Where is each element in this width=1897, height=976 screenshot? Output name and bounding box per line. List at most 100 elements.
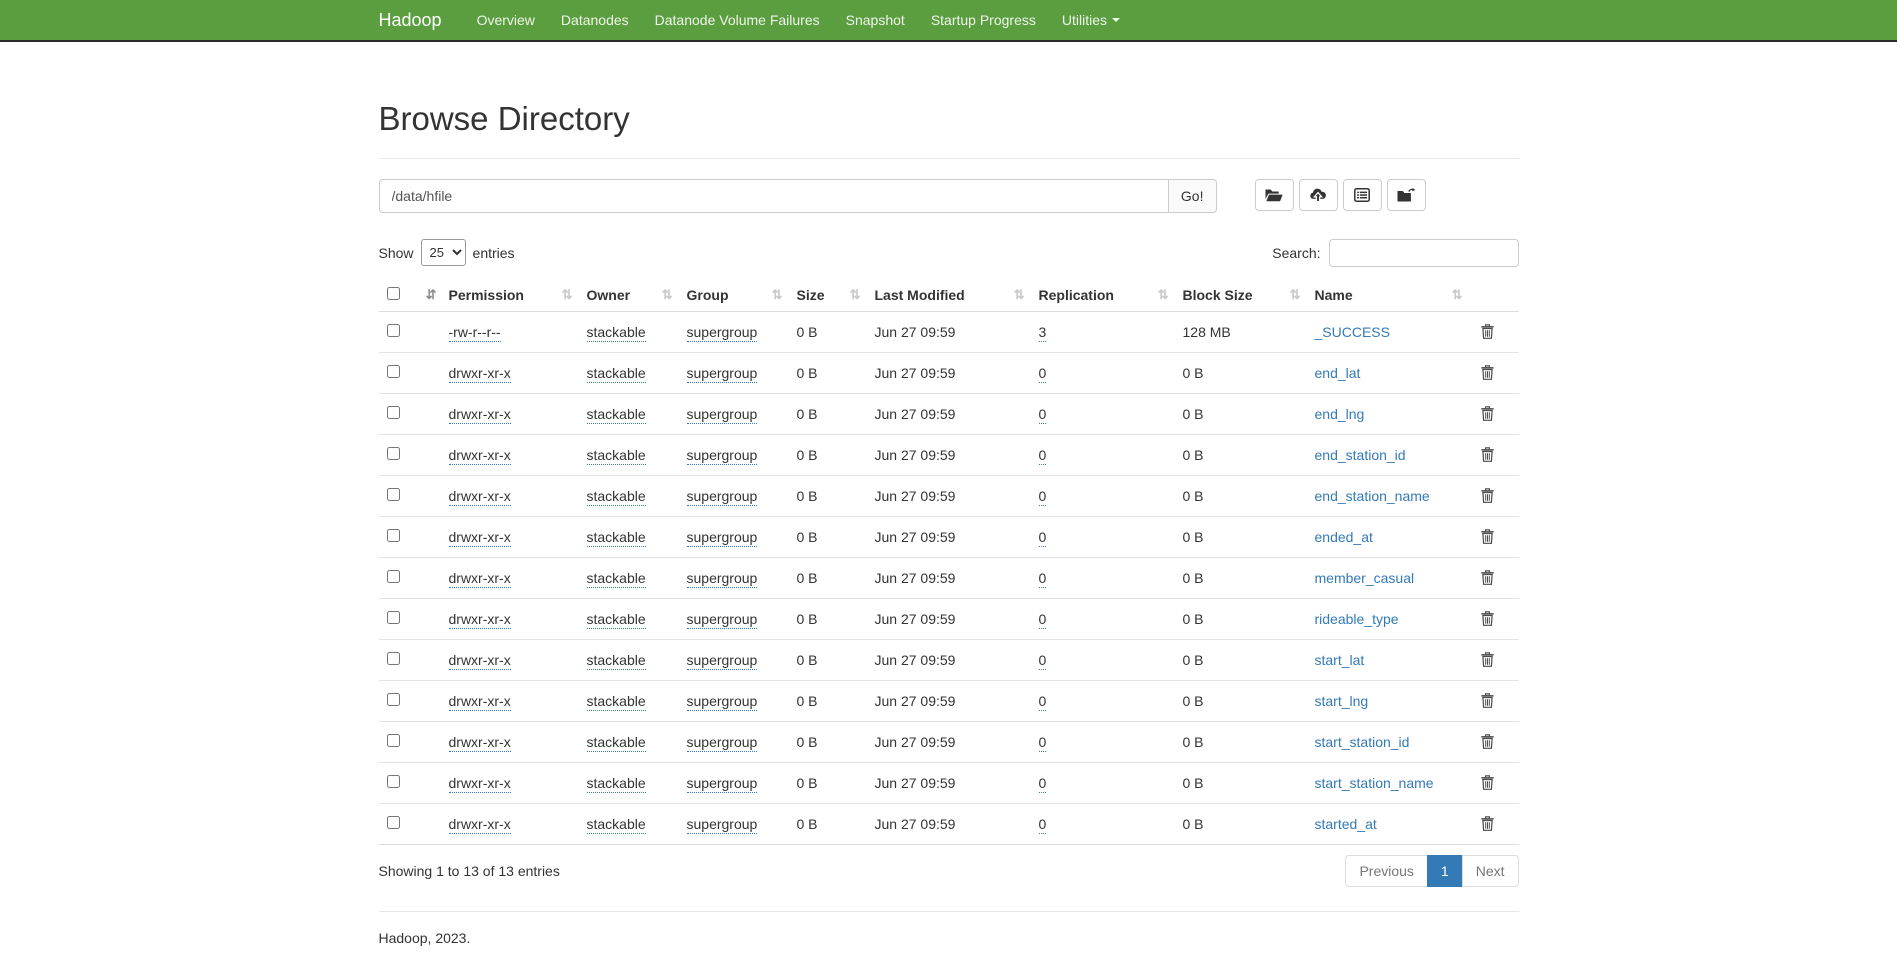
row-checkbox[interactable] [387, 529, 400, 542]
header-replication[interactable]: Replication ⇅ [1031, 279, 1175, 312]
delete-button[interactable] [1477, 773, 1498, 792]
owner-value[interactable]: stackable [587, 406, 646, 424]
replication-value[interactable]: 0 [1039, 365, 1047, 383]
group-value[interactable]: supergroup [687, 734, 758, 752]
owner-value[interactable]: stackable [587, 447, 646, 465]
row-checkbox[interactable] [387, 365, 400, 378]
row-checkbox[interactable] [387, 816, 400, 829]
owner-value[interactable]: stackable [587, 734, 646, 752]
replication-value[interactable]: 0 [1039, 529, 1047, 547]
nav-item-snapshot[interactable]: Snapshot [833, 0, 918, 40]
page-size-select[interactable]: 25 [421, 239, 466, 266]
permission-value[interactable]: drwxr-xr-x [449, 529, 511, 547]
replication-value[interactable]: 0 [1039, 693, 1047, 711]
replication-value[interactable]: 0 [1039, 447, 1047, 465]
header-block-size[interactable]: Block Size ⇅ [1175, 279, 1307, 312]
delete-button[interactable] [1477, 650, 1498, 669]
permission-value[interactable]: -rw-r--r-- [449, 324, 501, 342]
file-link[interactable]: started_at [1315, 816, 1377, 832]
file-link[interactable]: ended_at [1315, 529, 1373, 545]
replication-value[interactable]: 0 [1039, 734, 1047, 752]
file-link[interactable]: end_lng [1315, 406, 1365, 422]
permission-value[interactable]: drwxr-xr-x [449, 365, 511, 383]
move-button[interactable] [1387, 179, 1426, 211]
file-link[interactable]: start_lng [1315, 693, 1369, 709]
replication-value[interactable]: 0 [1039, 406, 1047, 424]
pagination-page-1[interactable]: 1 [1427, 855, 1463, 887]
select-all-checkbox[interactable] [387, 287, 400, 300]
permission-value[interactable]: drwxr-xr-x [449, 652, 511, 670]
permission-value[interactable]: drwxr-xr-x [449, 406, 511, 424]
header-group[interactable]: Group ⇅ [679, 279, 789, 312]
replication-value[interactable]: 0 [1039, 570, 1047, 588]
header-owner[interactable]: Owner ⇅ [579, 279, 679, 312]
permission-value[interactable]: drwxr-xr-x [449, 570, 511, 588]
path-input[interactable] [379, 179, 1169, 213]
group-value[interactable]: supergroup [687, 406, 758, 424]
go-button[interactable]: Go! [1168, 179, 1217, 213]
delete-button[interactable] [1477, 568, 1498, 587]
owner-value[interactable]: stackable [587, 816, 646, 834]
row-checkbox[interactable] [387, 611, 400, 624]
row-checkbox[interactable] [387, 324, 400, 337]
permission-value[interactable]: drwxr-xr-x [449, 611, 511, 629]
file-link[interactable]: member_casual [1315, 570, 1415, 586]
permission-value[interactable]: drwxr-xr-x [449, 775, 511, 793]
header-name[interactable]: Name ⇅ [1307, 279, 1469, 312]
pagination-next[interactable]: Next [1462, 855, 1519, 887]
owner-value[interactable]: stackable [587, 570, 646, 588]
delete-button[interactable] [1477, 445, 1498, 464]
permission-value[interactable]: drwxr-xr-x [449, 816, 511, 834]
group-value[interactable]: supergroup [687, 775, 758, 793]
pagination-previous[interactable]: Previous [1345, 855, 1427, 887]
file-link[interactable]: end_lat [1315, 365, 1361, 381]
row-checkbox[interactable] [387, 447, 400, 460]
delete-button[interactable] [1477, 404, 1498, 423]
group-value[interactable]: supergroup [687, 570, 758, 588]
group-value[interactable]: supergroup [687, 488, 758, 506]
row-checkbox[interactable] [387, 693, 400, 706]
owner-value[interactable]: stackable [587, 775, 646, 793]
file-link[interactable]: start_lat [1315, 652, 1365, 668]
replication-value[interactable]: 3 [1039, 324, 1047, 342]
owner-value[interactable]: stackable [587, 529, 646, 547]
delete-button[interactable] [1477, 486, 1498, 505]
row-checkbox[interactable] [387, 775, 400, 788]
nav-item-datanode-volume-failures[interactable]: Datanode Volume Failures [642, 0, 833, 40]
cut-paste-button[interactable] [1343, 179, 1382, 211]
nav-item-startup-progress[interactable]: Startup Progress [918, 0, 1049, 40]
replication-value[interactable]: 0 [1039, 611, 1047, 629]
file-link[interactable]: start_station_name [1315, 775, 1434, 791]
delete-button[interactable] [1477, 691, 1498, 710]
header-size[interactable]: Size ⇅ [789, 279, 867, 312]
delete-button[interactable] [1477, 527, 1498, 546]
permission-value[interactable]: drwxr-xr-x [449, 734, 511, 752]
upload-file-button[interactable] [1299, 179, 1338, 211]
permission-value[interactable]: drwxr-xr-x [449, 693, 511, 711]
owner-value[interactable]: stackable [587, 652, 646, 670]
group-value[interactable]: supergroup [687, 324, 758, 342]
owner-value[interactable]: stackable [587, 324, 646, 342]
search-input[interactable] [1329, 239, 1519, 267]
group-value[interactable]: supergroup [687, 652, 758, 670]
file-link[interactable]: end_station_name [1315, 488, 1430, 504]
delete-button[interactable] [1477, 732, 1498, 751]
row-checkbox[interactable] [387, 734, 400, 747]
owner-value[interactable]: stackable [587, 488, 646, 506]
nav-item-overview[interactable]: Overview [464, 0, 548, 40]
header-select-all[interactable]: ⇵ [379, 279, 441, 312]
group-value[interactable]: supergroup [687, 816, 758, 834]
nav-item-datanodes[interactable]: Datanodes [548, 0, 642, 40]
replication-value[interactable]: 0 [1039, 816, 1047, 834]
group-value[interactable]: supergroup [687, 611, 758, 629]
group-value[interactable]: supergroup [687, 447, 758, 465]
group-value[interactable]: supergroup [687, 693, 758, 711]
permission-value[interactable]: drwxr-xr-x [449, 447, 511, 465]
file-link[interactable]: end_station_id [1315, 447, 1406, 463]
header-permission[interactable]: Permission ⇅ [441, 279, 579, 312]
row-checkbox[interactable] [387, 652, 400, 665]
delete-button[interactable] [1477, 814, 1498, 833]
row-checkbox[interactable] [387, 488, 400, 501]
create-directory-button[interactable] [1255, 179, 1294, 211]
group-value[interactable]: supergroup [687, 529, 758, 547]
